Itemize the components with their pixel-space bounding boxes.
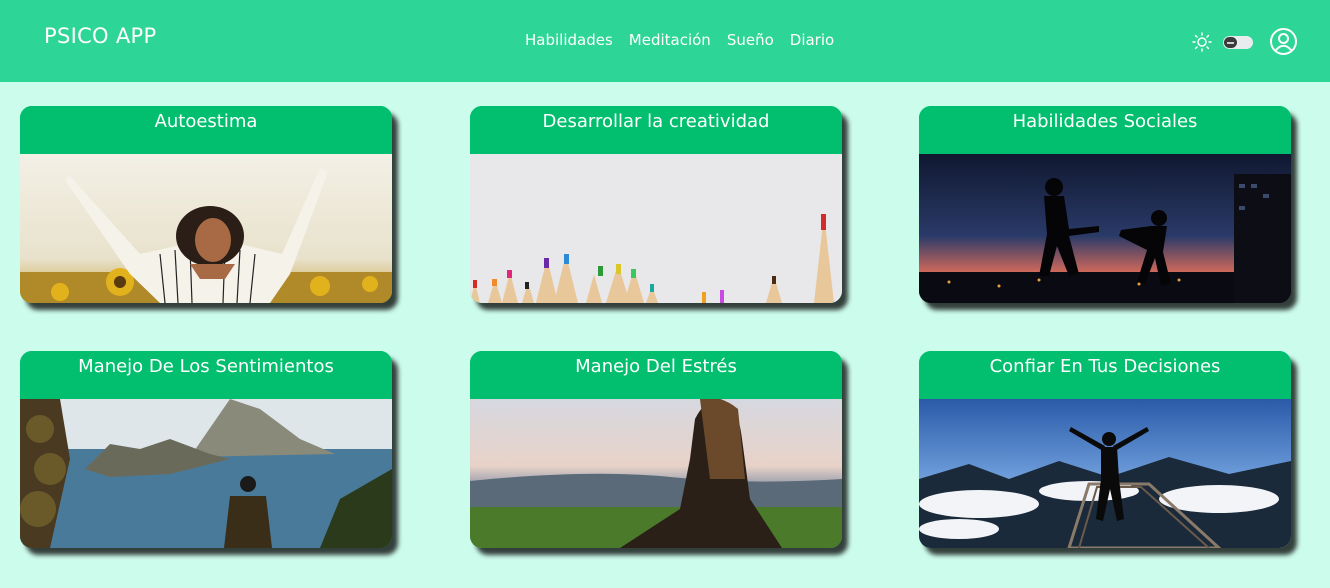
nav-link-habilidades[interactable]: Habilidades [525, 31, 613, 49]
nav-link-meditacion[interactable]: Meditación [629, 31, 711, 49]
card-image-manejo-estres [470, 399, 842, 548]
card-creatividad[interactable]: Desarrollar la creatividad [470, 106, 842, 303]
nav-link-sueno[interactable]: Sueño [727, 31, 774, 49]
theme-toggle[interactable] [1223, 36, 1253, 49]
card-autoestima[interactable]: Autoestima [20, 106, 392, 303]
brand-logo[interactable]: PSICO APP [44, 24, 156, 48]
card-image-confiar-decisiones [919, 399, 1291, 548]
top-navbar: PSICO APP Habilidades Meditación Sueño D… [0, 0, 1330, 82]
card-confiar-decisiones[interactable]: Confiar En Tus Decisiones [919, 351, 1291, 548]
toggle-knob [1224, 37, 1237, 48]
card-image-autoestima [20, 154, 392, 303]
card-title: Autoestima [20, 106, 392, 154]
card-image-creatividad [470, 154, 842, 303]
card-title: Desarrollar la creatividad [470, 106, 842, 154]
card-manejo-sentimientos[interactable]: Manejo De Los Sentimientos [20, 351, 392, 548]
card-habilidades-sociales[interactable]: Habilidades Sociales [919, 106, 1291, 303]
card-manejo-estres[interactable]: Manejo Del Estrés [470, 351, 842, 548]
card-title: Manejo Del Estrés [470, 351, 842, 399]
user-circle-icon[interactable] [1269, 27, 1298, 56]
main-nav: Habilidades Meditación Sueño Diario [525, 31, 834, 49]
card-image-manejo-sentimientos [20, 399, 392, 548]
sun-icon[interactable] [1192, 32, 1212, 52]
card-title: Habilidades Sociales [919, 106, 1291, 154]
card-title: Confiar En Tus Decisiones [919, 351, 1291, 399]
nav-link-diario[interactable]: Diario [790, 31, 834, 49]
card-image-habilidades-sociales [919, 154, 1291, 303]
card-title: Manejo De Los Sentimientos [20, 351, 392, 399]
